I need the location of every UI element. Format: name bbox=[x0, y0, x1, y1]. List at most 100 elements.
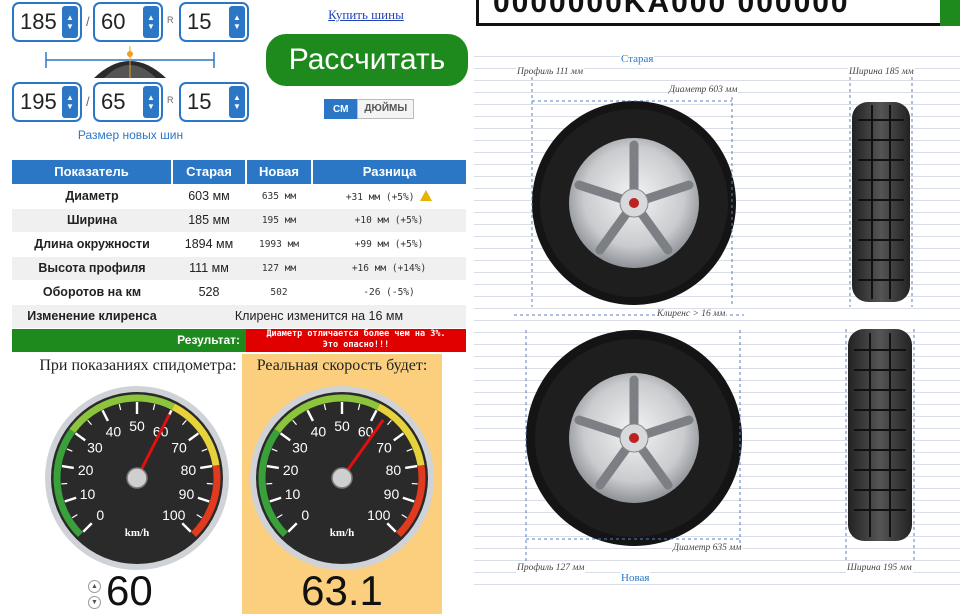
gauge-label: 100 bbox=[162, 507, 186, 523]
new-profile-label: Профиль 127 мм bbox=[516, 563, 586, 573]
row-new: 127 мм bbox=[246, 256, 312, 281]
row-old: 111 мм bbox=[172, 256, 246, 281]
gauge-label: 90 bbox=[384, 486, 400, 502]
tire-profile-graphic bbox=[44, 44, 216, 78]
spin-down-icon[interactable]: ▼ bbox=[88, 596, 101, 609]
result-value: Диаметр отличается более чем на 3%. Это … bbox=[246, 328, 466, 353]
old-width-label: Ширина 185 мм bbox=[848, 67, 915, 77]
gauge-label: 30 bbox=[87, 439, 103, 455]
table-row: Ширина 185 мм 195 мм +10 мм (+5%) bbox=[12, 208, 466, 233]
table-row: Оборотов на км 528 502 -26 (-5%) bbox=[12, 280, 466, 305]
table-row: Длина окружности 1894 мм 1993 мм +99 мм … bbox=[12, 232, 466, 257]
comparison-table: Показатель Старая Новая Разница Диаметр … bbox=[12, 160, 466, 353]
new-profile-select[interactable]: 65 ▲ ▼ bbox=[93, 82, 163, 122]
new-title: Новая bbox=[620, 572, 651, 584]
gauge-label: 80 bbox=[181, 462, 197, 478]
old-title: Старая bbox=[620, 53, 655, 65]
row-label: Длина окружности bbox=[12, 232, 172, 257]
old-wheel-side-view bbox=[532, 101, 736, 305]
new-diameter-label: Диаметр 635 мм bbox=[672, 543, 743, 553]
current-profile-select[interactable]: 60 ▲ ▼ bbox=[93, 2, 163, 42]
row-new: 195 мм bbox=[246, 208, 312, 233]
size-separator: / bbox=[86, 14, 90, 29]
header-old: Старая bbox=[172, 160, 247, 185]
unit-cm-button[interactable]: СМ bbox=[324, 99, 358, 119]
current-rim-value: 15 bbox=[187, 9, 212, 34]
gauge-label: 20 bbox=[78, 462, 94, 478]
old-tire-front-view bbox=[852, 102, 910, 302]
new-rim-select[interactable]: 15 ▲ ▼ bbox=[179, 82, 249, 122]
new-profile-value: 65 bbox=[101, 89, 126, 114]
row-diff: +16 мм (+14%) bbox=[312, 256, 466, 281]
top-banner-accent bbox=[940, 0, 960, 26]
current-rim-select[interactable]: 15 ▲ ▼ bbox=[179, 2, 249, 42]
chevron-updown-icon: ▲ ▼ bbox=[143, 86, 159, 118]
buy-tires-link[interactable]: Купить шины bbox=[266, 7, 466, 23]
row-old: 185 мм bbox=[172, 208, 246, 233]
gauge-label: 70 bbox=[171, 439, 187, 455]
row-diff-cell: +31 мм (+5%) bbox=[312, 184, 466, 209]
speed-spinner[interactable]: ▲ ▼ bbox=[88, 580, 104, 612]
row-label: Диаметр bbox=[12, 184, 172, 209]
new-size-caption: Размер новых шин bbox=[77, 128, 184, 142]
top-banner-text: 0000000KA000 000000 bbox=[493, 0, 850, 19]
gauge-unit: km/h bbox=[125, 527, 149, 539]
tire-comparison-diagram: Старая Профиль 111 мм Ширина 185 мм Диам… bbox=[474, 45, 960, 595]
chevron-updown-icon: ▲ ▼ bbox=[229, 86, 245, 118]
top-banner: 0000000KA000 000000 bbox=[476, 0, 960, 26]
result-line-1: Диаметр отличается более чем на 3%. bbox=[266, 329, 446, 339]
chevron-updown-icon: ▲ ▼ bbox=[229, 6, 245, 38]
row-diff: +99 мм (+5%) bbox=[312, 232, 466, 257]
row-diff: -26 (-5%) bbox=[312, 280, 466, 305]
speedo-right-caption: Реальная скорость будет: bbox=[256, 357, 428, 374]
gauge-label: 70 bbox=[376, 439, 392, 455]
gauge-label: 0 bbox=[96, 507, 104, 523]
size-separator: / bbox=[86, 94, 90, 109]
new-width-value: 195 bbox=[20, 89, 57, 114]
new-rim-value: 15 bbox=[187, 89, 212, 114]
gauge-label: 0 bbox=[301, 507, 309, 523]
gauge-label: 30 bbox=[292, 439, 308, 455]
current-width-select[interactable]: 185 ▲ ▼ bbox=[12, 2, 82, 42]
gauge-hub bbox=[331, 467, 353, 489]
clearance-row: Изменение клиренса Клиренс изменится на … bbox=[12, 304, 466, 329]
gauge-label: 50 bbox=[129, 418, 145, 434]
speedo-left-caption: При показаниях спидометра: bbox=[39, 357, 237, 374]
table-row: Диаметр 603 мм 635 мм +31 мм (+5%) bbox=[12, 184, 466, 209]
new-width-select[interactable]: 195 ▲ ▼ bbox=[12, 82, 82, 122]
clearance-value: Клиренс изменится на 16 мм bbox=[172, 304, 466, 329]
chevron-updown-icon: ▲ ▼ bbox=[62, 86, 78, 118]
result-row: Результат: Диаметр отличается более чем … bbox=[12, 328, 466, 353]
speed-input-value[interactable]: 60 bbox=[106, 568, 153, 614]
table-row: Высота профиля 111 мм 127 мм +16 мм (+14… bbox=[12, 256, 466, 281]
row-new: 502 bbox=[246, 280, 312, 305]
gauge-hub bbox=[126, 467, 148, 489]
spin-up-icon[interactable]: ▲ bbox=[88, 580, 101, 593]
row-diff: +10 мм (+5%) bbox=[312, 208, 466, 233]
gauge-label: 100 bbox=[367, 507, 391, 523]
row-new: 635 мм bbox=[246, 184, 312, 209]
chevron-updown-icon: ▲ ▼ bbox=[143, 6, 159, 38]
calculate-button[interactable]: Рассчитать bbox=[266, 34, 468, 86]
warning-icon bbox=[420, 189, 433, 201]
header-new: Новая bbox=[246, 160, 313, 185]
tire-calculator-page: 0000000KA000 000000 185 ▲ ▼ / 60 ▲ ▼ R 15 … bbox=[0, 0, 960, 614]
rim-label: R bbox=[167, 15, 174, 25]
new-width-label: Ширина 195 мм bbox=[846, 563, 913, 573]
row-diff: +31 мм (+5%) bbox=[345, 191, 415, 203]
gauge-unit: km/h bbox=[330, 527, 354, 539]
gauge-label: 10 bbox=[80, 486, 96, 502]
old-profile-label: Профиль 111 мм bbox=[516, 67, 585, 77]
current-width-value: 185 bbox=[20, 9, 57, 34]
row-old: 1894 мм bbox=[172, 232, 246, 257]
old-diameter-label: Диаметр 603 мм bbox=[668, 85, 739, 95]
new-tire-front-view bbox=[848, 329, 912, 541]
unit-inch-button[interactable]: ДЮЙМЫ bbox=[357, 99, 415, 119]
new-wheel-side-view bbox=[526, 330, 742, 546]
header-diff: Разница bbox=[312, 160, 466, 185]
gauge-label: 40 bbox=[311, 424, 327, 440]
clearance-label: Изменение клиренса bbox=[12, 304, 172, 329]
header-parameter: Показатель bbox=[12, 160, 173, 185]
result-line-2: Это опасно!!! bbox=[322, 340, 390, 350]
table-header: Показатель Старая Новая Разница bbox=[12, 160, 466, 185]
